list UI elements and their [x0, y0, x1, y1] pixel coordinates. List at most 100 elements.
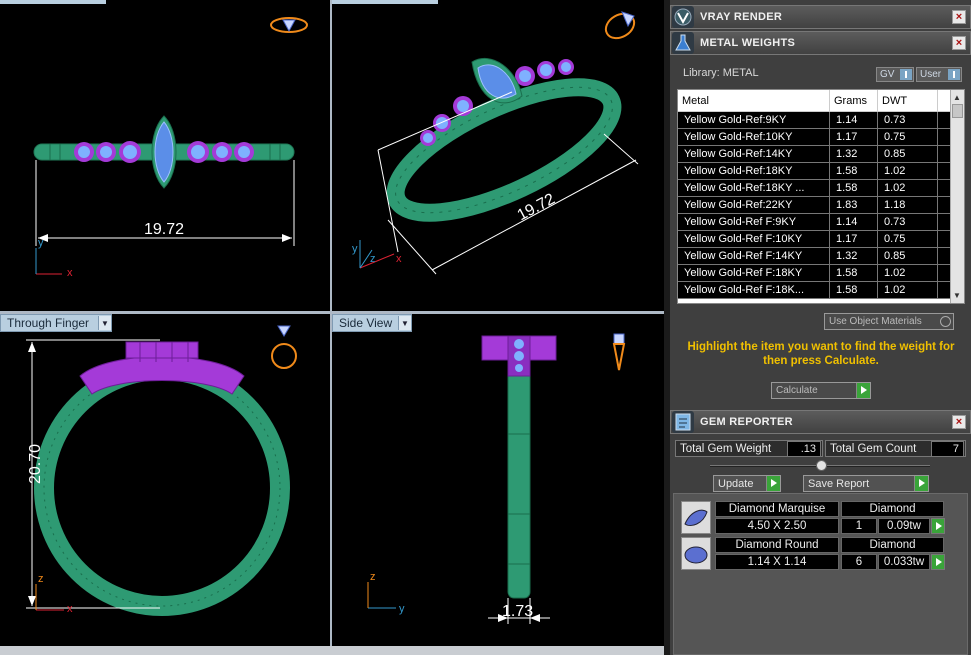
metal-name-cell: Yellow Gold-Ref:9KY	[678, 112, 830, 128]
chevron-down-icon[interactable]: ▼	[98, 316, 111, 330]
calculate-hint: Highlight the item you want to find the …	[687, 341, 955, 367]
table-row[interactable]: Yellow Gold-Ref F:14KY 1.32 0.85	[678, 248, 964, 265]
viewport-side[interactable]: 1.73 y z Side View ▼	[332, 314, 664, 646]
tab-through-finger-label: Through Finger	[7, 316, 90, 330]
use-object-materials-button[interactable]: Use Object Materials	[824, 313, 954, 330]
circle-check-icon	[940, 316, 951, 327]
viewport-divider-horizontal[interactable]	[0, 311, 664, 314]
dwt-cell: 1.02	[878, 282, 938, 298]
status-strip	[0, 646, 664, 655]
table-row[interactable]: Yellow Gold-Ref:18KY 1.58 1.02	[678, 163, 964, 180]
viewport-top[interactable]: 19.72 x y	[0, 0, 330, 311]
update-button[interactable]: Update	[713, 475, 781, 492]
report-icon	[672, 411, 694, 433]
metal-name-cell: Yellow Gold-Ref F:9KY	[678, 214, 830, 230]
dwt-cell: 0.75	[878, 129, 938, 145]
ring-perspective-icon	[604, 11, 636, 40]
gem-slider-knob[interactable]	[816, 460, 827, 471]
metal-weights-header[interactable]: METAL WEIGHTS ×	[670, 31, 971, 55]
user-toggle[interactable]: User	[916, 67, 962, 82]
grams-cell: 1.14	[830, 112, 878, 128]
ring-side-icon	[612, 333, 626, 371]
dwt-cell: 0.85	[878, 248, 938, 264]
chevron-down-icon[interactable]: ▼	[398, 316, 411, 330]
round-gem-icon	[681, 537, 711, 570]
play-icon[interactable]	[931, 518, 945, 534]
scroll-thumb[interactable]	[952, 104, 963, 118]
gem-list: Diamond Marquise Diamond 4.50 X 2.50 1 0…	[673, 493, 968, 655]
close-icon[interactable]: ×	[952, 36, 966, 50]
table-row[interactable]: Yellow Gold-Ref F:18K... 1.58 1.02	[678, 282, 964, 299]
save-report-button[interactable]: Save Report	[803, 475, 929, 492]
grams-cell: 1.17	[830, 129, 878, 145]
metal-name-cell: Yellow Gold-Ref F:10KY	[678, 231, 830, 247]
metal-table-body: Yellow Gold-Ref:9KY 1.14 0.73 Yellow Gold-R…	[678, 112, 964, 299]
gem-name: Diamond Round	[715, 537, 839, 553]
grams-cell: 1.14	[830, 214, 878, 230]
tab-through-finger[interactable]: Through Finger ▼	[0, 314, 112, 332]
front-axis-x-label: x	[67, 603, 73, 615]
metal-name-cell: Yellow Gold-Ref:22KY	[678, 197, 830, 213]
tab-side-view[interactable]: Side View ▼	[332, 314, 412, 332]
gem-count: 6	[841, 554, 877, 570]
gem-item[interactable]: Diamond Marquise Diamond 4.50 X 2.50 1 0…	[681, 501, 945, 535]
table-row[interactable]: Yellow Gold-Ref:10KY 1.17 0.75	[678, 129, 964, 146]
flask-icon	[672, 32, 694, 54]
scroll-down-icon[interactable]: ▼	[953, 291, 961, 300]
table-row[interactable]: Yellow Gold-Ref:14KY 1.32 0.85	[678, 146, 964, 163]
persp-axis-y-label: y	[352, 243, 358, 255]
viewport-through-finger[interactable]: 20.70 x z Through Finger ▼	[0, 314, 330, 646]
side-axis-z-label: z	[370, 571, 376, 583]
viewport-divider-vertical[interactable]	[330, 0, 332, 646]
table-row[interactable]: Yellow Gold-Ref:18KY ... 1.58 1.02	[678, 180, 964, 197]
viewport-perspective[interactable]: 19.72 x z y	[332, 0, 664, 311]
metal-table-scrollbar[interactable]: ▲ ▼	[950, 90, 964, 303]
calculate-button[interactable]: Calculate	[771, 382, 871, 399]
side-axis-y-label: y	[399, 603, 405, 615]
library-label: Library: METAL	[683, 67, 759, 79]
play-icon	[856, 383, 870, 398]
close-icon[interactable]: ×	[952, 10, 966, 24]
dwt-cell: 1.02	[878, 265, 938, 281]
table-row[interactable]: Yellow Gold-Ref:22KY 1.83 1.18	[678, 197, 964, 214]
gem-weight: 0.09tw	[878, 518, 930, 534]
col-dwt[interactable]: DWT	[878, 90, 938, 112]
gem-material: Diamond	[841, 501, 944, 517]
gem-reporter-title: GEM REPORTER	[700, 416, 793, 428]
table-row[interactable]: Yellow Gold-Ref:9KY 1.14 0.73	[678, 112, 964, 129]
front-axis-z-label: z	[38, 573, 44, 585]
metal-name-cell: Yellow Gold-Ref F:18KY	[678, 265, 830, 281]
table-row[interactable]: Yellow Gold-Ref F:10KY 1.17 0.75	[678, 231, 964, 248]
gem-count: 1	[841, 518, 877, 534]
dwt-cell: 1.02	[878, 180, 938, 196]
scroll-up-icon[interactable]: ▲	[953, 93, 961, 102]
close-icon[interactable]: ×	[952, 415, 966, 429]
total-gem-count-text: Total Gem Count	[830, 442, 917, 455]
col-metal[interactable]: Metal	[678, 90, 830, 112]
marquise-gem-icon	[681, 501, 711, 534]
table-row[interactable]: Yellow Gold-Ref F:18KY 1.58 1.02	[678, 265, 964, 282]
metal-table[interactable]: Metal Grams DWT Yellow Gold-Ref:9KY 1.14 0…	[677, 89, 965, 304]
gem-material: Diamond	[841, 537, 944, 553]
play-icon	[914, 476, 928, 491]
viewport-side-canvas: 1.73 y z	[367, 333, 626, 624]
vray-icon	[672, 6, 694, 28]
table-row[interactable]: Yellow Gold-Ref F:9KY 1.14 0.73	[678, 214, 964, 231]
grams-cell: 1.58	[830, 163, 878, 179]
viewport-perspective-canvas: 19.72 x z y	[332, 0, 639, 275]
play-icon[interactable]	[931, 554, 945, 570]
total-gem-count-value: 7	[931, 441, 964, 457]
save-report-label: Save Report	[808, 477, 870, 490]
metal-weights-title: METAL WEIGHTS	[700, 37, 796, 49]
ring-top-icon	[270, 17, 308, 33]
vray-render-header[interactable]: VRAY RENDER ×	[670, 5, 971, 29]
user-toggle-label: User	[920, 69, 942, 80]
grams-cell: 1.58	[830, 282, 878, 298]
col-grams[interactable]: Grams	[830, 90, 878, 112]
dwt-cell: 1.18	[878, 197, 938, 213]
gv-toggle[interactable]: GV	[876, 67, 914, 82]
gem-item[interactable]: Diamond Round Diamond 1.14 X 1.14 6 0.03…	[681, 537, 945, 571]
viewport-front-canvas: 20.70 x z	[26, 325, 297, 616]
app-root: 19.72 x y 19.72 x z y 20.70 x z Through …	[0, 0, 971, 655]
gem-reporter-header[interactable]: GEM REPORTER ×	[670, 410, 971, 434]
